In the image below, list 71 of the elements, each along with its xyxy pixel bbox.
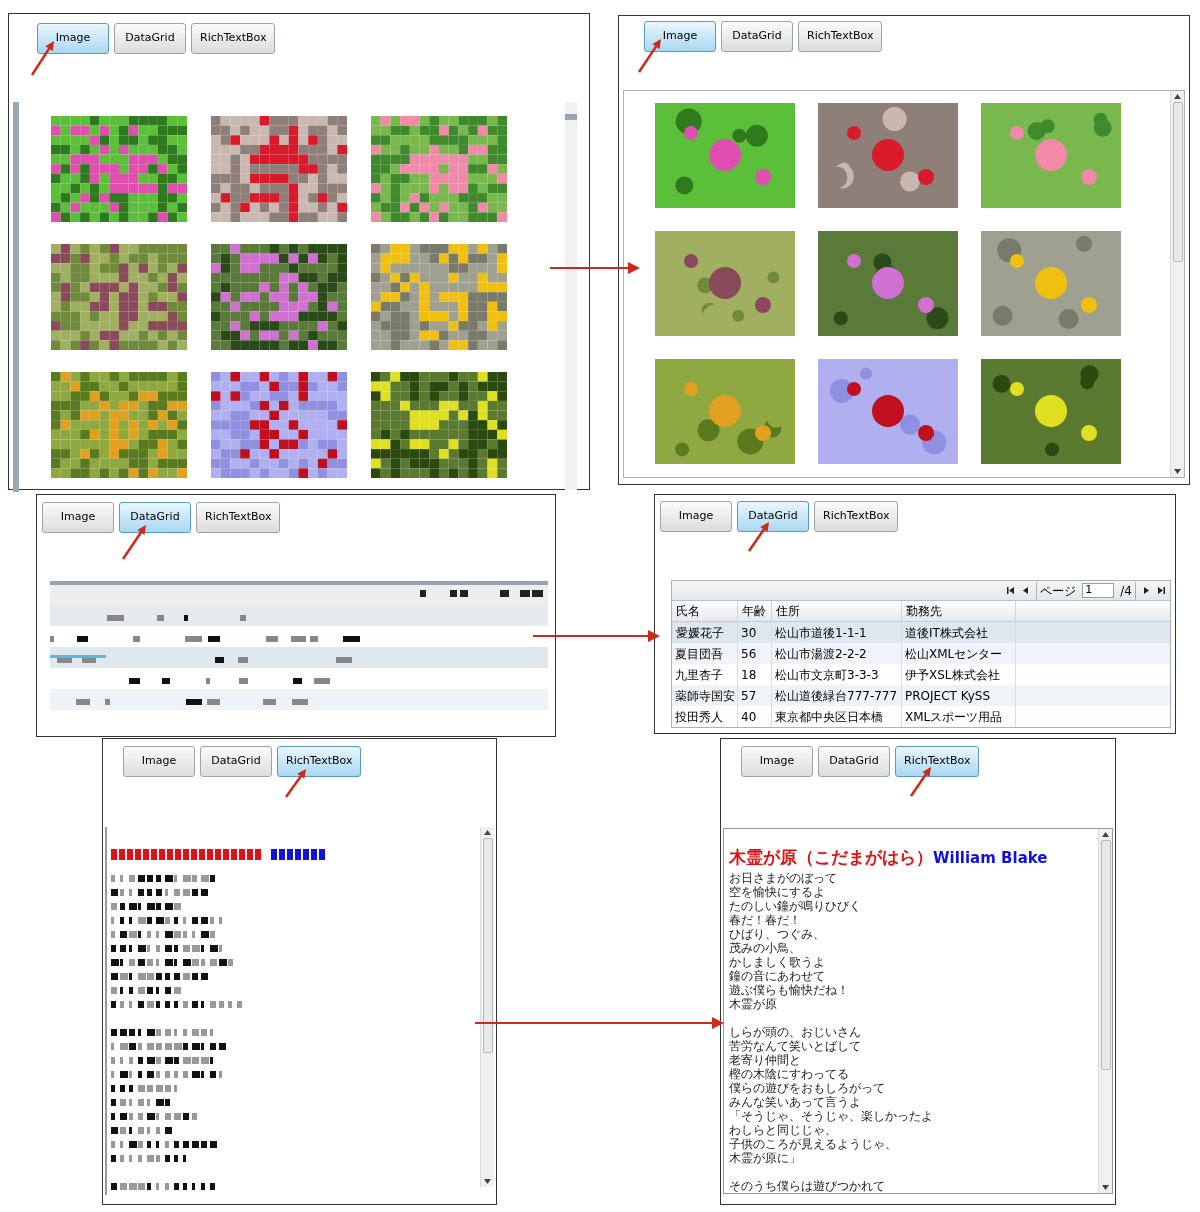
column-header[interactable]: 勤務先: [902, 601, 1016, 621]
tab-button[interactable]: Image: [123, 746, 195, 777]
scroll-down-icon[interactable]: [1102, 1185, 1109, 1190]
poem-line: そのうち僕らは遊びつかれて: [729, 1179, 885, 1193]
scrollbar[interactable]: [1098, 829, 1112, 1193]
tab-button[interactable]: Image: [37, 23, 109, 54]
tab-button[interactable]: Image: [660, 501, 732, 532]
poem-line: 遊ぶ僕らも愉快だね！: [729, 983, 849, 997]
tab-button[interactable]: RichTextBox: [814, 501, 899, 532]
table-cell: XMLスポーツ用品: [902, 706, 1016, 727]
first-page-icon[interactable]: [1006, 586, 1016, 595]
poem-line: 木霊が原に」: [729, 1151, 801, 1165]
poem-line: 苦労なんて笑いとばして: [729, 1039, 861, 1053]
tab-button[interactable]: RichTextBox: [798, 21, 883, 52]
poem-line: 空を愉快にするよ: [729, 885, 825, 899]
tab-button[interactable]: Image: [741, 746, 813, 777]
table-cell: 投田秀人: [672, 706, 738, 727]
scrollbar[interactable]: [1170, 91, 1184, 477]
table-cell: 東京都中央区日本橋: [772, 706, 902, 727]
poem-line: 木霊が原: [729, 997, 777, 1011]
tab-button[interactable]: DataGrid: [119, 502, 191, 533]
tab-button[interactable]: DataGrid: [200, 746, 272, 777]
poem-line: 樫の木陰にすわってる: [729, 1067, 849, 1081]
page-label: ページ: [1036, 581, 1077, 600]
table-row[interactable]: 夏目団吾 56 松山市湯渡2-2-2 松山XMLセンター: [672, 643, 1170, 664]
scrollbar[interactable]: [565, 102, 577, 490]
poem-line: みんな笑いあって言うよ: [729, 1095, 861, 1109]
tab-button[interactable]: DataGrid: [737, 501, 809, 532]
scrollbar[interactable]: [480, 827, 494, 1187]
author-name: William Blake: [933, 849, 1048, 867]
poem-line: 僕らの遊びをおもしろがって: [729, 1081, 885, 1095]
previous-page-icon[interactable]: [1021, 586, 1031, 595]
tab-button[interactable]: DataGrid: [721, 21, 793, 52]
tab-button[interactable]: RichTextBox: [277, 746, 362, 777]
rich-text-box[interactable]: [723, 828, 1113, 1194]
poem-line: 老寄り仲間と: [729, 1053, 801, 1067]
poem-line: 春だ！春だ！: [729, 913, 801, 927]
scroll-down-icon[interactable]: [1174, 469, 1181, 474]
tab-button[interactable]: DataGrid: [114, 23, 186, 54]
poem-line: 「そうじゃ、そうじゃ、楽しかったよ: [729, 1109, 933, 1123]
column-header[interactable]: 住所: [772, 601, 902, 621]
column-header[interactable]: 氏名: [672, 601, 738, 621]
tab-button[interactable]: Image: [42, 502, 114, 533]
page-input[interactable]: 1: [1082, 583, 1115, 598]
table-cell: 40: [738, 706, 772, 727]
poem-line: たのしい鐘が鳴りひびく: [729, 899, 861, 913]
scroll-up-icon[interactable]: [1174, 94, 1181, 99]
tab-button[interactable]: RichTextBox: [895, 746, 980, 777]
tab-button[interactable]: RichTextBox: [191, 23, 276, 54]
poem-line: 茂みの小鳥、: [729, 941, 801, 955]
last-page-icon[interactable]: [1157, 586, 1166, 595]
scroll-up-icon[interactable]: [484, 830, 491, 835]
poem-line: わしらと同じじゃ、: [729, 1123, 837, 1137]
poem-line: かしましく歌うよ: [729, 955, 825, 969]
poem-title: 木霊が原（こだまがはら）: [729, 847, 933, 867]
column-header[interactable]: 年齢: [738, 601, 772, 621]
table-cell: 愛媛花子: [672, 622, 738, 643]
poem-line: お日さまがのぼって: [729, 871, 837, 885]
tab-button[interactable]: DataGrid: [818, 746, 890, 777]
scroll-down-icon[interactable]: [484, 1179, 491, 1184]
table-row[interactable]: 愛媛花子 30 松山市道後1-1-1 道後IT株式会社: [672, 622, 1170, 643]
scroll-up-icon[interactable]: [1102, 832, 1109, 837]
poem-line: 子供のころが見えるようじゃ、: [729, 1137, 897, 1151]
tab-button[interactable]: Image: [644, 21, 716, 52]
poem-line: しらが頭の、おじいさん: [729, 1025, 861, 1039]
tab-button[interactable]: RichTextBox: [196, 502, 281, 533]
table-row[interactable]: 薬師寺国安 57 松山道後緑台777-777 PROJECT KySS: [672, 685, 1170, 706]
poem-line: 鐘の音にあわせて: [729, 969, 825, 983]
next-page-icon[interactable]: [1142, 586, 1151, 595]
page-total: /4: [1120, 581, 1136, 600]
poem-line: ひばり、つぐみ、: [729, 927, 825, 941]
